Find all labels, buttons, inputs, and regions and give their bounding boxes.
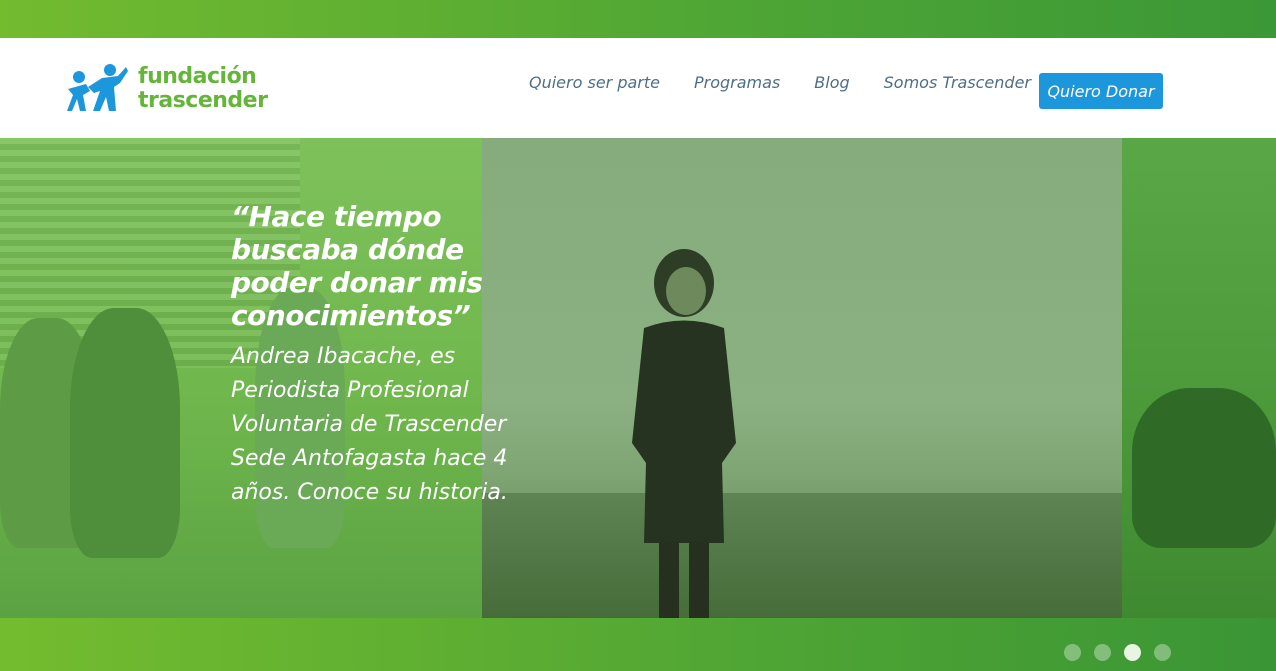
- nav-item-programas[interactable]: Programas: [694, 73, 780, 92]
- top-stripe: [0, 0, 1276, 38]
- nav-item-somos-trascender[interactable]: Somos Trascender: [884, 73, 1031, 92]
- speaker-figure: [632, 249, 736, 618]
- floor-area: [482, 493, 1122, 618]
- slider-pagination: [1064, 644, 1184, 661]
- slider-dot-1[interactable]: [1064, 644, 1081, 661]
- hero-photo-right: [1122, 138, 1276, 618]
- people-icon: [67, 64, 128, 111]
- logo-line-2: trascender: [138, 88, 268, 113]
- logo-text: fundación trascender: [138, 64, 268, 113]
- group-photo: [1132, 388, 1276, 548]
- hero-quote: “Hace tiempo buscaba dónde poder donar m…: [231, 200, 483, 332]
- hero-photo-center: [482, 138, 1122, 618]
- logo[interactable]: fundación trascender: [66, 63, 268, 115]
- slider-dot-4[interactable]: [1154, 644, 1171, 661]
- slider-dot-3[interactable]: [1124, 644, 1141, 661]
- main-nav: Quiero ser parte Programas Blog Somos Tr…: [529, 73, 1065, 92]
- nav-item-quiero-ser-parte[interactable]: Quiero ser parte: [529, 73, 660, 92]
- seated-figure-2: [70, 308, 180, 558]
- donate-button[interactable]: Quiero Donar: [1039, 73, 1163, 109]
- slider-dot-2[interactable]: [1094, 644, 1111, 661]
- nav-item-blog[interactable]: Blog: [814, 73, 849, 92]
- site-header: fundación trascender Quiero ser parte Pr…: [0, 38, 1276, 138]
- hero-caption: Andrea Ibacache, es Periodista Profesion…: [231, 344, 508, 505]
- logo-line-1: fundación: [138, 64, 257, 89]
- hero-slider: “Hace tiempo buscaba dónde poder donar m…: [0, 138, 1276, 618]
